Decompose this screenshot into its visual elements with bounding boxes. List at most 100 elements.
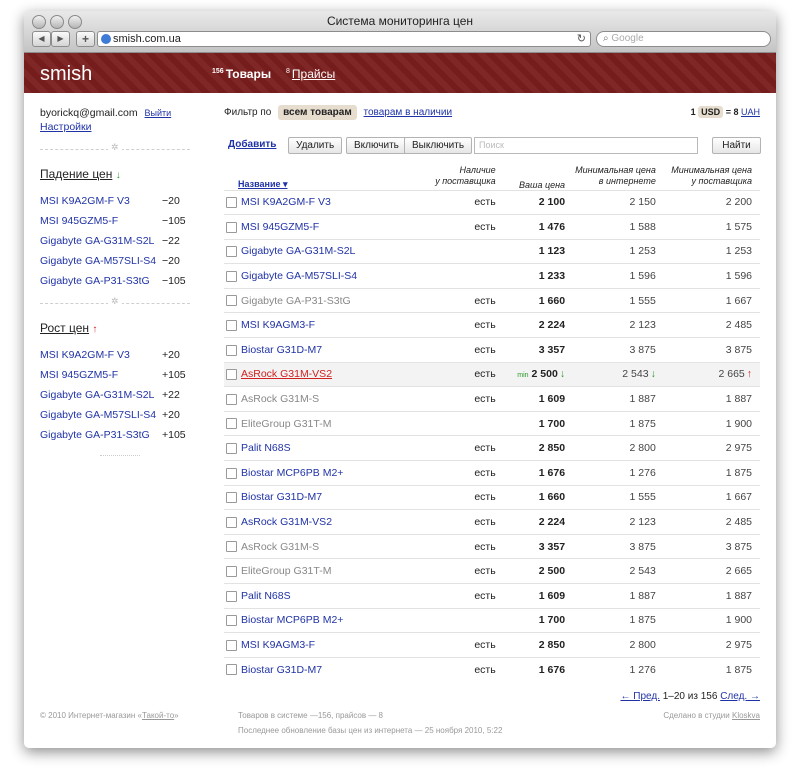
- logout-link[interactable]: Выйти: [145, 108, 172, 118]
- row-price-value: 1 700: [538, 417, 566, 430]
- product-link[interactable]: MSI 945GZM5-F: [241, 221, 319, 233]
- row-price[interactable]: 2 100: [499, 189, 570, 215]
- row-checkbox[interactable]: [226, 615, 237, 627]
- enable-button[interactable]: Включить: [346, 137, 407, 154]
- sidebar-rise-product-link[interactable]: MSI 945GZM5-F: [40, 369, 118, 381]
- currency-usd[interactable]: USD: [698, 106, 724, 118]
- row-price[interactable]: 2 850: [499, 632, 570, 658]
- row-checkbox[interactable]: [226, 197, 237, 209]
- prev-page-link[interactable]: ← Пред.: [620, 691, 659, 702]
- row-checkbox[interactable]: [226, 221, 237, 233]
- row-checkbox[interactable]: [226, 393, 237, 405]
- nav-pricelists[interactable]: 8 Прайсы: [286, 67, 335, 81]
- product-link[interactable]: AsRock G31M-S: [241, 393, 319, 405]
- site-logo[interactable]: smish: [40, 63, 92, 86]
- forward-button[interactable]: ▶: [51, 31, 70, 47]
- row-checkbox[interactable]: [226, 295, 237, 307]
- row-checkbox[interactable]: [226, 590, 237, 602]
- sidebar-rise-product-link[interactable]: MSI K9A2GM-F V3: [40, 349, 130, 361]
- filter-all-button[interactable]: всем товарам: [278, 105, 357, 120]
- table-row: AsRock G31M-S есть 1 609 1 887 1 887: [224, 386, 760, 412]
- sidebar-drop-product-link[interactable]: MSI K9A2GM-F V3: [40, 195, 130, 207]
- product-link[interactable]: Biostar G31D-M7: [241, 664, 322, 676]
- next-page-link[interactable]: След. →: [720, 691, 760, 702]
- row-price[interactable]: 1 660: [499, 484, 570, 510]
- product-link[interactable]: AsRock G31M-VS2: [241, 368, 332, 380]
- product-link[interactable]: Biostar MCP6PB M2+: [241, 614, 343, 626]
- nav-products[interactable]: 156 Товары: [212, 67, 271, 81]
- sidebar-drop-product-link[interactable]: Gigabyte GA-P31-S3tG: [40, 275, 150, 287]
- sidebar-drop-product-link[interactable]: Gigabyte GA-M57SLI-S4: [40, 255, 156, 267]
- row-min-internet-value: 2 543: [622, 368, 649, 381]
- row-checkbox[interactable]: [226, 418, 237, 430]
- settings-link[interactable]: Настройки: [40, 121, 92, 133]
- sidebar-rise-product-link[interactable]: Gigabyte GA-P31-S3tG: [40, 429, 150, 441]
- product-link[interactable]: Gigabyte GA-P31-S3tG: [241, 295, 351, 307]
- row-checkbox[interactable]: [226, 516, 237, 528]
- back-button[interactable]: ◀: [32, 31, 51, 47]
- row-price[interactable]: 2 500: [499, 558, 570, 584]
- sidebar-drop-product-link[interactable]: MSI 945GZM5-F: [40, 215, 118, 227]
- row-checkbox[interactable]: [226, 467, 237, 479]
- product-link[interactable]: MSI K9AGM3-F: [241, 639, 315, 651]
- find-button[interactable]: Найти: [712, 137, 761, 154]
- browser-search-field[interactable]: ⌕ Google: [596, 31, 771, 47]
- studio-link[interactable]: Kloskva: [732, 711, 760, 720]
- shop-link[interactable]: Такой-то: [142, 711, 174, 720]
- product-link[interactable]: AsRock G31M-S: [241, 541, 319, 553]
- table-search-input[interactable]: Поиск: [474, 137, 698, 154]
- row-price[interactable]: 1 123: [499, 238, 570, 264]
- product-link[interactable]: MSI K9A2GM-F V3: [241, 196, 331, 208]
- row-checkbox[interactable]: [226, 664, 237, 676]
- row-price[interactable]: min 2 500 ↓: [499, 361, 570, 387]
- row-checkbox[interactable]: [226, 541, 237, 553]
- row-price[interactable]: 1 700: [499, 607, 570, 633]
- col-name-sort[interactable]: Название ▾: [238, 179, 288, 189]
- row-checkbox[interactable]: [226, 442, 237, 454]
- address-url: smish.com.ua: [113, 33, 181, 45]
- disable-button[interactable]: Выключить: [404, 137, 473, 154]
- sidebar-rise-product-link[interactable]: Gigabyte GA-G31M-S2L: [40, 389, 154, 401]
- delete-button[interactable]: Удалить: [288, 137, 343, 154]
- row-checkbox[interactable]: [226, 639, 237, 651]
- add-bookmark-button[interactable]: +: [76, 31, 95, 47]
- filter-in-stock-link[interactable]: товарам в наличии: [364, 107, 453, 118]
- row-price[interactable]: 1 676: [499, 460, 570, 486]
- product-link[interactable]: Gigabyte GA-G31M-S2L: [241, 245, 355, 257]
- row-price[interactable]: 2 850: [499, 435, 570, 461]
- row-checkbox[interactable]: [226, 344, 237, 356]
- row-price[interactable]: 1 700: [499, 410, 570, 436]
- row-checkbox[interactable]: [226, 270, 237, 282]
- row-price[interactable]: 2 224: [499, 312, 570, 338]
- product-link[interactable]: EliteGroup G31T-M: [241, 418, 331, 430]
- product-link[interactable]: Biostar MCP6PB M2+: [241, 467, 343, 479]
- product-link[interactable]: Palit N68S: [241, 442, 291, 454]
- row-price[interactable]: 1 676: [499, 656, 570, 682]
- row-checkbox[interactable]: [226, 565, 237, 577]
- row-checkbox[interactable]: [226, 369, 237, 381]
- row-price[interactable]: 1 233: [499, 263, 570, 289]
- row-price[interactable]: 1 609: [499, 583, 570, 609]
- row-checkbox[interactable]: [226, 492, 237, 504]
- reload-icon[interactable]: ↻: [577, 32, 586, 46]
- product-link[interactable]: Biostar G31D-M7: [241, 491, 322, 503]
- sidebar-drop-product-link[interactable]: Gigabyte GA-G31M-S2L: [40, 235, 154, 247]
- product-link[interactable]: AsRock G31M-VS2: [241, 516, 332, 528]
- row-checkbox[interactable]: [226, 246, 237, 258]
- sidebar-rise-product-link[interactable]: Gigabyte GA-M57SLI-S4: [40, 409, 156, 421]
- address-bar[interactable]: smish.com.ua ↻: [97, 31, 591, 47]
- product-link[interactable]: Gigabyte GA-M57SLI-S4: [241, 270, 357, 282]
- add-link[interactable]: Добавить: [228, 139, 276, 150]
- product-link[interactable]: Biostar G31D-M7: [241, 344, 322, 356]
- row-checkbox[interactable]: [226, 319, 237, 331]
- product-link[interactable]: EliteGroup G31T-M: [241, 565, 331, 577]
- currency-uah-link[interactable]: UAH: [741, 107, 760, 117]
- row-price[interactable]: 1 476: [499, 214, 570, 240]
- row-price[interactable]: 1 609: [499, 386, 570, 412]
- product-link[interactable]: Palit N68S: [241, 590, 291, 602]
- row-price[interactable]: 3 357: [499, 533, 570, 559]
- product-link[interactable]: MSI K9AGM3-F: [241, 319, 315, 331]
- row-price[interactable]: 1 660: [499, 287, 570, 313]
- row-price[interactable]: 2 224: [499, 509, 570, 535]
- row-price[interactable]: 3 357: [499, 337, 570, 363]
